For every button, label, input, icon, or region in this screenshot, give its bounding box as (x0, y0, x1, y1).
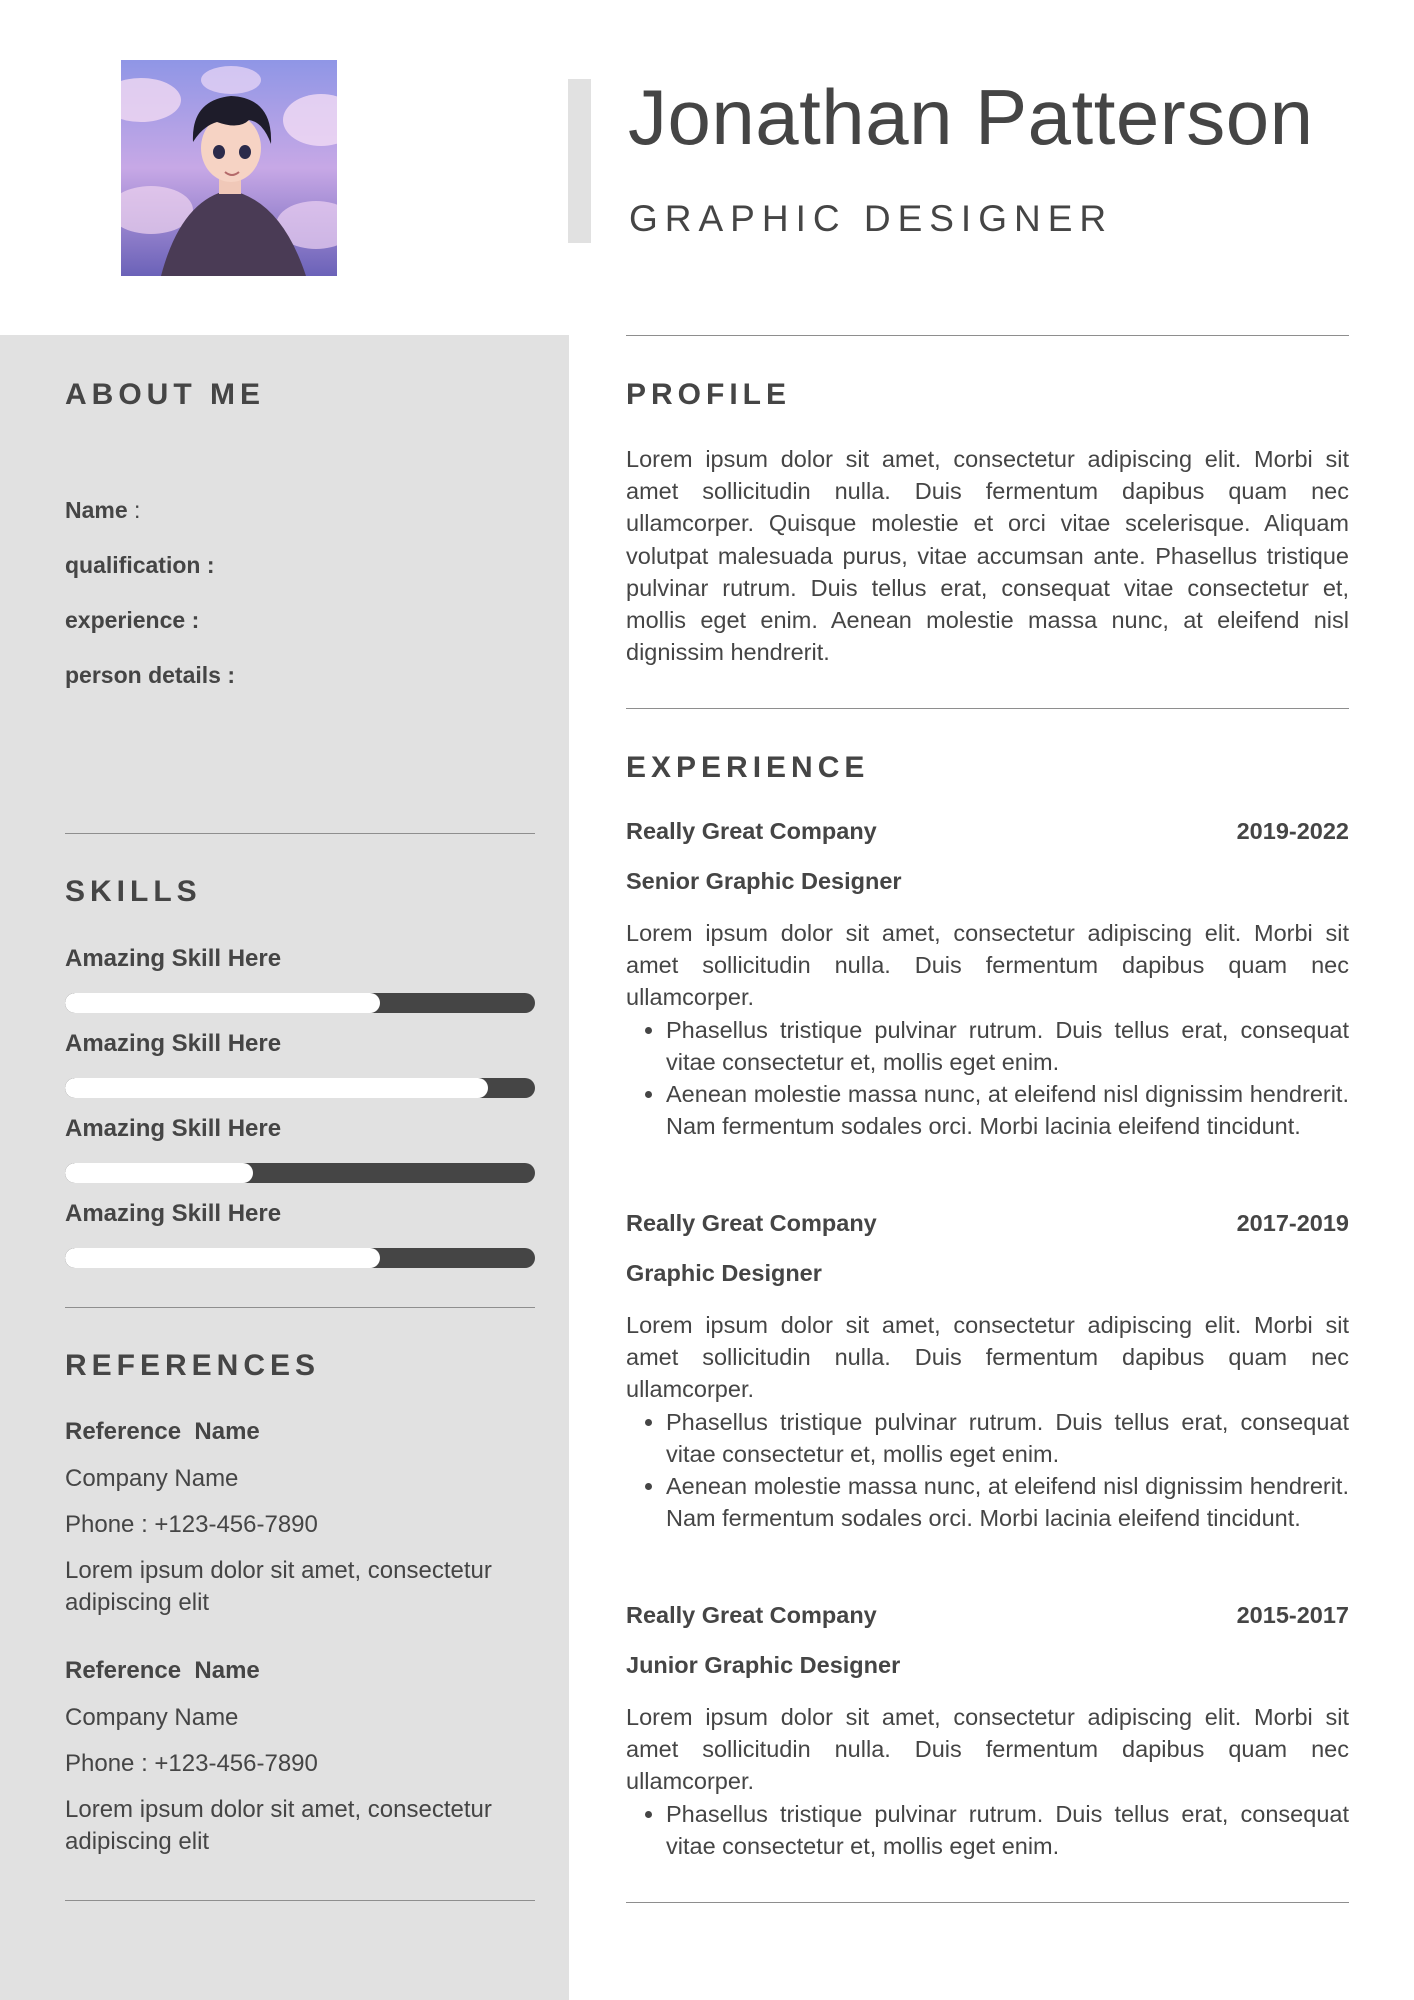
job-years: 2017-2019 (1236, 1210, 1349, 1236)
job-years: 2019-2022 (1236, 818, 1349, 844)
skill-bar (65, 1163, 535, 1183)
reference-note: Lorem ipsum dolor sit amet, consectetur … (65, 1796, 492, 1855)
about-heading: ABOUT ME (65, 378, 265, 411)
about-qualification-label: qualification : (65, 552, 215, 578)
job-description: Lorem ipsum dolor sit amet, consectetur … (626, 917, 1349, 1142)
job-years: 2015-2017 (1236, 1602, 1349, 1628)
reference-name: Reference Name (65, 1418, 260, 1445)
job-role: Senior Graphic Designer (626, 868, 902, 894)
job-role: Junior Graphic Designer (626, 1652, 901, 1678)
skills-heading: SKILLS (65, 875, 202, 908)
divider (626, 1902, 1349, 1903)
person-name: Jonathan Patterson (628, 73, 1314, 161)
profile-text: Lorem ipsum dolor sit amet, consectetur … (626, 446, 1349, 666)
about-experience-label: experience : (65, 607, 200, 633)
list-item: Aenean molestie massa nunc, at eleifend … (666, 1470, 1349, 1534)
about-name-label: Name : (65, 497, 141, 523)
skill-label: Amazing Skill Here (65, 1115, 282, 1142)
avatar (121, 60, 337, 276)
experience-heading: EXPERIENCE (626, 751, 870, 784)
job-description: Lorem ipsum dolor sit amet, consectetur … (626, 1309, 1349, 1534)
job-company: Really Great Company (626, 1210, 877, 1236)
skill-label: Amazing Skill Here (65, 1030, 282, 1057)
reference-note: Lorem ipsum dolor sit amet, consectetur … (65, 1557, 492, 1616)
divider (626, 335, 1349, 336)
divider (626, 708, 1349, 709)
list-item: Phasellus tristique pulvinar rutrum. Dui… (666, 1406, 1349, 1470)
skill-bar-fill (65, 993, 380, 1013)
skill-label: Amazing Skill Here (65, 945, 282, 972)
reference-name: Reference Name (65, 1657, 260, 1684)
skill-bar-fill (65, 1248, 380, 1268)
job-title: GRAPHIC DESIGNER (629, 198, 1114, 239)
divider (65, 833, 535, 834)
reference-company: Company Name (65, 1704, 239, 1731)
about-person-details-label: person details : (65, 662, 235, 688)
skill-bar (65, 993, 535, 1013)
skill-bar-fill (65, 1163, 253, 1183)
reference-phone: Phone : +123-456-7890 (65, 1511, 318, 1538)
skill-bar (65, 1078, 535, 1098)
skill-bar-fill (65, 1078, 488, 1098)
skill-bar (65, 1248, 535, 1268)
reference-phone: Phone : +123-456-7890 (65, 1750, 318, 1777)
list-item: Aenean molestie massa nunc, at eleifend … (666, 1078, 1349, 1142)
references-heading: REFERENCES (65, 1349, 321, 1382)
list-item: Phasellus tristique pulvinar rutrum. Dui… (666, 1798, 1349, 1862)
divider (65, 1900, 535, 1901)
job-company: Really Great Company (626, 818, 877, 844)
job-bullets: Phasellus tristique pulvinar rutrum. Dui… (626, 1798, 1349, 1862)
job-bullets: Phasellus tristique pulvinar rutrum. Dui… (626, 1406, 1349, 1535)
job-summary: Lorem ipsum dolor sit amet, consectetur … (626, 1704, 1349, 1795)
job-company: Really Great Company (626, 1602, 877, 1628)
job-description: Lorem ipsum dolor sit amet, consectetur … (626, 1701, 1349, 1862)
job-summary: Lorem ipsum dolor sit amet, consectetur … (626, 920, 1349, 1011)
profile-heading: PROFILE (626, 378, 792, 411)
job-summary: Lorem ipsum dolor sit amet, consectetur … (626, 1312, 1349, 1403)
header-accent-bar (568, 79, 591, 243)
reference-company: Company Name (65, 1465, 239, 1492)
list-item: Phasellus tristique pulvinar rutrum. Dui… (666, 1014, 1349, 1078)
job-role: Graphic Designer (626, 1260, 822, 1286)
job-bullets: Phasellus tristique pulvinar rutrum. Dui… (626, 1014, 1349, 1143)
profile-photo (121, 60, 337, 276)
divider (65, 1307, 535, 1308)
skill-label: Amazing Skill Here (65, 1200, 282, 1227)
